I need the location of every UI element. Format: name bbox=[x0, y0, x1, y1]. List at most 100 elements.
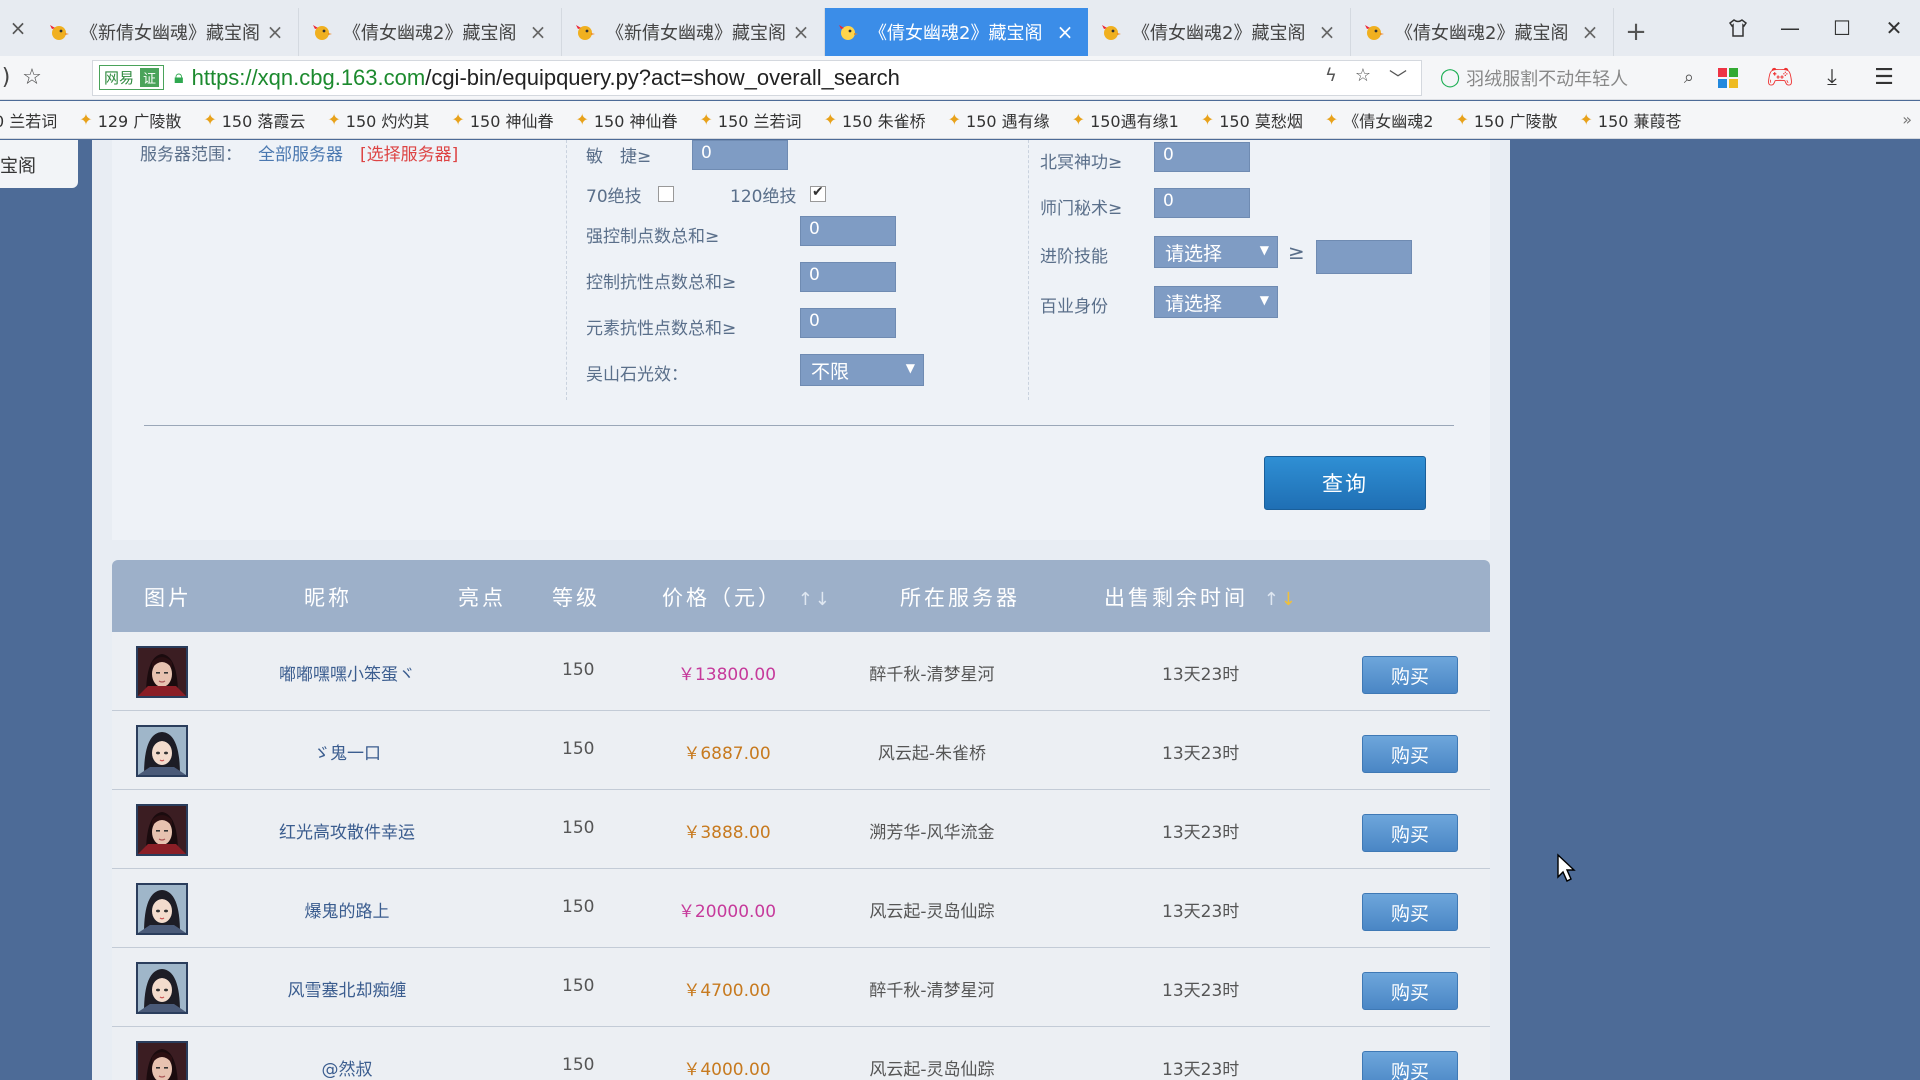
browser-tab[interactable]: 《倩女幽魂2》藏宝阁 × bbox=[1351, 8, 1614, 56]
beiming-input[interactable]: 0 bbox=[1154, 142, 1250, 172]
buy-button[interactable]: 购买 bbox=[1362, 893, 1458, 931]
strong-control-input[interactable]: 0 bbox=[800, 216, 896, 246]
row-nickname[interactable]: 红光高攻散件幸运 bbox=[252, 818, 442, 843]
shimen-input[interactable]: 0 bbox=[1154, 188, 1250, 218]
tab-close-icon[interactable]: × bbox=[1054, 20, 1076, 44]
bookmarks-bar: 0 兰若词 ✦ 129 广陵散 ✦ 150 落霞云 ✦ 150 灼灼其 ✦ 150 神仙眷 ✦ 15… bbox=[0, 101, 1920, 139]
bookmark-item[interactable]: ✦ 150 蒹葭苍 bbox=[1579, 108, 1681, 132]
dropdown-chevron-icon[interactable]: ﹀ bbox=[1389, 65, 1407, 91]
maximize-icon[interactable]: ☐ bbox=[1816, 0, 1868, 56]
male-avatar[interactable] bbox=[136, 804, 188, 856]
element-resist-input[interactable]: 0 bbox=[800, 308, 896, 338]
chick-favicon-icon bbox=[1100, 21, 1122, 43]
bookmark-item[interactable]: ✦ 150 兰若词 bbox=[700, 108, 802, 132]
skill70-checkbox[interactable] bbox=[658, 186, 674, 202]
buy-button[interactable]: 购买 bbox=[1362, 656, 1458, 694]
bookmark-item[interactable]: ✦ 129 广陵散 bbox=[79, 108, 181, 132]
tab-close-icon[interactable]: × bbox=[1316, 20, 1338, 44]
time-sort-icon[interactable]: ↑↓ bbox=[1264, 589, 1298, 610]
bookmark-label: 0 兰若词 bbox=[0, 111, 58, 131]
bookmark-item[interactable]: ✦ 150 遇有缘 bbox=[948, 108, 1050, 132]
browser-tab[interactable]: 《新倩女幽魂》藏宝阁 × bbox=[36, 8, 299, 56]
skill120-checkbox[interactable] bbox=[810, 184, 826, 202]
chick-favicon-icon bbox=[837, 21, 859, 43]
bookmark-item[interactable]: ✦ 150 落霞云 bbox=[203, 108, 305, 132]
bookmark-item[interactable]: ✦ 《倩女幽魂2 bbox=[1325, 108, 1434, 132]
favorite-star-icon[interactable]: ☆ bbox=[1355, 65, 1371, 91]
baiye-select[interactable]: 请选择 ▼ bbox=[1154, 286, 1278, 318]
tab-close-icon[interactable]: × bbox=[790, 20, 812, 44]
bookmark-item[interactable]: ✦ 150 莫愁烟 bbox=[1201, 108, 1303, 132]
bookmark-item[interactable]: ✦ 150 朱雀桥 bbox=[824, 108, 926, 132]
header-price[interactable]: 价格（元） ↑↓ bbox=[662, 582, 832, 612]
female-avatar[interactable] bbox=[136, 962, 188, 1014]
tab-stub-close-icon[interactable]: × bbox=[0, 0, 36, 56]
bookmark-label: 150 神仙眷 bbox=[469, 111, 554, 131]
select-arrow-icon: ▼ bbox=[905, 361, 915, 375]
side-tab[interactable]: 宝阁 bbox=[0, 140, 78, 188]
bookmark-star-icon[interactable]: ☆ bbox=[12, 56, 52, 100]
advanced-skill-input[interactable] bbox=[1316, 240, 1412, 274]
select-server-link[interactable]: [选择服务器] bbox=[360, 140, 458, 165]
lock-icon[interactable]: 🔒︎ bbox=[174, 67, 184, 88]
row-price: ￥13800.00 bbox=[677, 665, 777, 685]
male-avatar[interactable] bbox=[136, 646, 188, 698]
bookmark-item[interactable]: ✦ 150遇有缘1 bbox=[1072, 108, 1179, 132]
row-price: ￥6887.00 bbox=[683, 744, 771, 764]
bookmark-item[interactable]: ✦ 150 灼灼其 bbox=[327, 108, 429, 132]
url-box[interactable]: 网易 证 🔒︎ https://xqn.cbg.163.com/cgi-bin/… bbox=[92, 59, 1422, 96]
search-box[interactable]: ◯ 羽绒服割不动年轻人 ⌕ bbox=[1432, 60, 1702, 96]
minimize-icon[interactable]: — bbox=[1764, 0, 1816, 56]
male-avatar[interactable] bbox=[136, 1041, 188, 1080]
new-tab-button[interactable]: + bbox=[1614, 8, 1658, 56]
shirt-icon[interactable] bbox=[1712, 0, 1764, 56]
control-resist-input[interactable]: 0 bbox=[800, 262, 896, 292]
buy-button[interactable]: 购买 bbox=[1362, 972, 1458, 1010]
buy-button[interactable]: 购买 bbox=[1362, 814, 1458, 852]
buy-button[interactable]: 购买 bbox=[1362, 735, 1458, 773]
row-level: 150 bbox=[562, 660, 595, 680]
header-server: 所在服务器 bbox=[900, 586, 1020, 610]
header-time-left[interactable]: 出售剩余时间 ↑↓ bbox=[1104, 582, 1298, 612]
agility-input[interactable]: 0 bbox=[692, 140, 788, 170]
chick-favicon-icon bbox=[1363, 21, 1385, 43]
row-nickname[interactable]: ゞ鬼一口 bbox=[252, 739, 442, 764]
lightning-icon[interactable]: ϟ bbox=[1325, 65, 1337, 91]
bookmark-item[interactable]: ✦ 150 神仙眷 bbox=[451, 108, 553, 132]
female-avatar[interactable] bbox=[136, 725, 188, 777]
url-text[interactable]: https://xqn.cbg.163.com/cgi-bin/equipque… bbox=[192, 65, 1325, 91]
tab-close-icon[interactable]: × bbox=[264, 20, 286, 44]
browser-tab[interactable]: 《倩女幽魂2》藏宝阁 × bbox=[1088, 8, 1351, 56]
game-controller-icon[interactable]: 🎮︎ bbox=[1754, 56, 1806, 100]
menu-icon[interactable]: ☰ bbox=[1858, 56, 1910, 100]
wushan-select[interactable]: 不限 ▼ bbox=[800, 354, 924, 386]
row-nickname[interactable]: 嘟嘟嘿嘿小笨蛋ヾ bbox=[252, 660, 442, 685]
tab-close-icon[interactable]: × bbox=[527, 20, 549, 44]
price-sort-icon[interactable]: ↑↓ bbox=[798, 589, 832, 610]
row-server: 风云起-灵岛仙踪 bbox=[869, 902, 995, 922]
browser-tab[interactable]: 《新倩女幽魂》藏宝阁 × bbox=[562, 8, 825, 56]
buy-button[interactable]: 购买 bbox=[1362, 1051, 1458, 1080]
bookmarks-more-icon[interactable]: » bbox=[1902, 110, 1912, 129]
female-avatar[interactable] bbox=[136, 883, 188, 935]
tab-close-icon[interactable]: × bbox=[1579, 20, 1601, 44]
site-verify-badge[interactable]: 网易 证 bbox=[99, 65, 165, 90]
row-nickname[interactable]: @然叔 bbox=[252, 1055, 442, 1080]
advanced-skill-select[interactable]: 请选择 ▼ bbox=[1154, 236, 1278, 268]
refresh-icon[interactable]: ) bbox=[0, 56, 12, 100]
close-window-icon[interactable]: ✕ bbox=[1868, 0, 1920, 56]
query-button[interactable]: 查询 bbox=[1264, 456, 1426, 510]
browser-tab[interactable]: 《倩女幽魂2》藏宝阁 × bbox=[825, 8, 1088, 56]
header-highlight: 亮点 bbox=[458, 586, 506, 610]
table-header: 图片 昵称 亮点 等级 价格（元） ↑↓ 所在服务器 出售剩余时间 ↑↓ bbox=[112, 560, 1490, 632]
search-icon[interactable]: ⌕ bbox=[1684, 67, 1694, 88]
download-icon[interactable]: ⤓ bbox=[1806, 56, 1858, 100]
browser-tab[interactable]: 《倩女幽魂2》藏宝阁 × bbox=[299, 8, 562, 56]
bookmark-item[interactable]: ✦ 150 广陵散 bbox=[1455, 108, 1557, 132]
chick-favicon-icon bbox=[48, 21, 70, 43]
bookmark-item[interactable]: 0 兰若词 bbox=[0, 108, 57, 132]
row-nickname[interactable]: 风雪塞北却痴缠 bbox=[252, 976, 442, 1001]
row-nickname[interactable]: 爆鬼的路上 bbox=[252, 897, 442, 922]
bookmark-item[interactable]: ✦ 150 神仙眷 bbox=[575, 108, 677, 132]
apps-grid-icon[interactable] bbox=[1702, 56, 1754, 100]
